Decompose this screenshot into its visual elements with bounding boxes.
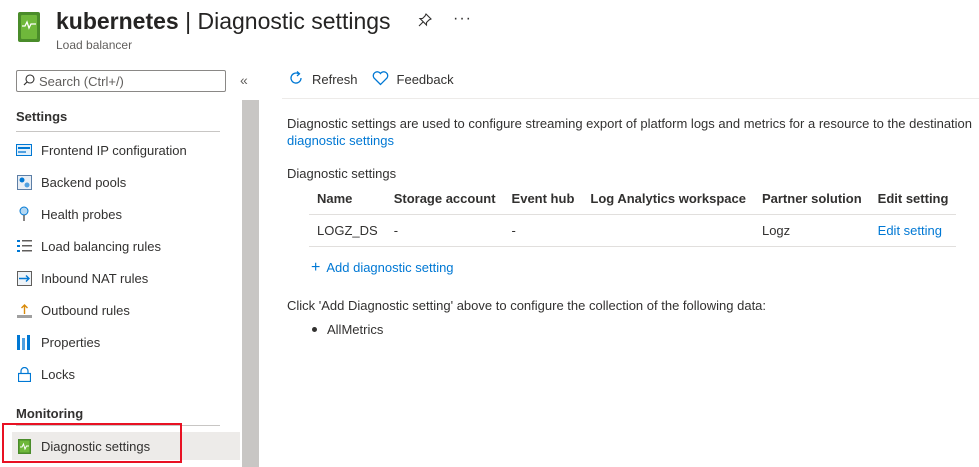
instruction-text: Click 'Add Diagnostic setting' above to … <box>287 298 767 313</box>
diagnostic-settings-link[interactable]: diagnostic settings <box>287 133 979 149</box>
section-label: Diagnostic settings <box>287 166 397 181</box>
more-options-button[interactable]: ··· <box>453 10 472 28</box>
table-row: LOGZ_DS - - Logz Edit setting <box>309 214 957 247</box>
add-diagnostic-setting-button[interactable]: + Add diagnostic setting <box>311 259 454 276</box>
sidebar-item-backend-pools[interactable]: Backend pools <box>12 168 240 196</box>
sidebar-item-frontend-ip[interactable]: Frontend IP configuration <box>12 136 240 164</box>
sidebar-item-outbound-rules[interactable]: Outbound rules <box>12 296 240 324</box>
load-balancer-icon <box>18 12 40 42</box>
description-text: Diagnostic settings are used to configur… <box>287 116 979 149</box>
sidebar-item-load-balancing-rules[interactable]: Load balancing rules <box>12 232 240 260</box>
pin-icon[interactable] <box>418 13 432 30</box>
column-header: Log Analytics workspace <box>582 184 754 215</box>
properties-icon <box>16 334 32 350</box>
column-header: Storage account <box>385 184 504 215</box>
list-item: AllMetrics <box>312 322 383 337</box>
search-box[interactable] <box>16 70 226 92</box>
sidebar-item-health-probes[interactable]: Health probes <box>12 200 240 228</box>
search-input[interactable] <box>39 73 219 89</box>
plus-icon: + <box>311 259 321 276</box>
diagnostic-settings-table: Name Storage account Event hub Log Analy… <box>309 184 957 247</box>
lock-icon <box>16 366 32 382</box>
cell-storage-account: - <box>385 214 504 247</box>
table-header-row: Name Storage account Event hub Log Analy… <box>309 184 957 215</box>
collapse-sidebar-button[interactable]: « <box>240 72 248 88</box>
bullet-icon <box>312 327 317 332</box>
cell-log-analytics <box>582 214 754 247</box>
refresh-button[interactable]: Refresh <box>288 70 358 89</box>
resource-type: Load balancer <box>56 38 133 52</box>
health-probe-icon <box>16 206 32 222</box>
column-header: Edit setting <box>869 184 957 215</box>
refresh-icon <box>288 70 304 89</box>
search-icon <box>23 73 35 89</box>
divider <box>16 131 220 132</box>
column-header: Name <box>309 184 386 215</box>
sidebar-item-locks[interactable]: Locks <box>12 360 240 388</box>
edit-setting-link[interactable]: Edit setting <box>869 214 957 247</box>
column-header: Event hub <box>503 184 583 215</box>
feedback-button[interactable]: Feedback <box>372 70 454 89</box>
outbound-rules-icon <box>16 302 32 318</box>
frontend-ip-icon <box>16 142 32 158</box>
command-bar: Refresh Feedback <box>288 70 454 89</box>
cell-name: LOGZ_DS <box>309 214 386 247</box>
sidebar-scrollbar[interactable] <box>242 100 259 467</box>
rules-list-icon <box>16 238 32 254</box>
cell-event-hub: - <box>503 214 583 247</box>
highlight-annotation-box <box>2 423 182 463</box>
inbound-nat-icon <box>16 270 32 286</box>
cell-partner-solution: Logz <box>753 214 870 247</box>
heart-icon <box>372 70 389 89</box>
settings-heading: Settings <box>16 109 68 124</box>
divider <box>282 98 979 99</box>
backend-pools-icon <box>16 174 32 190</box>
column-header: Partner solution <box>753 184 870 215</box>
page-title: kubernetes | Diagnostic settings <box>56 8 391 34</box>
sidebar-item-properties[interactable]: Properties <box>12 328 240 356</box>
sidebar-item-inbound-nat-rules[interactable]: Inbound NAT rules <box>12 264 240 292</box>
monitoring-heading: Monitoring <box>16 406 84 421</box>
